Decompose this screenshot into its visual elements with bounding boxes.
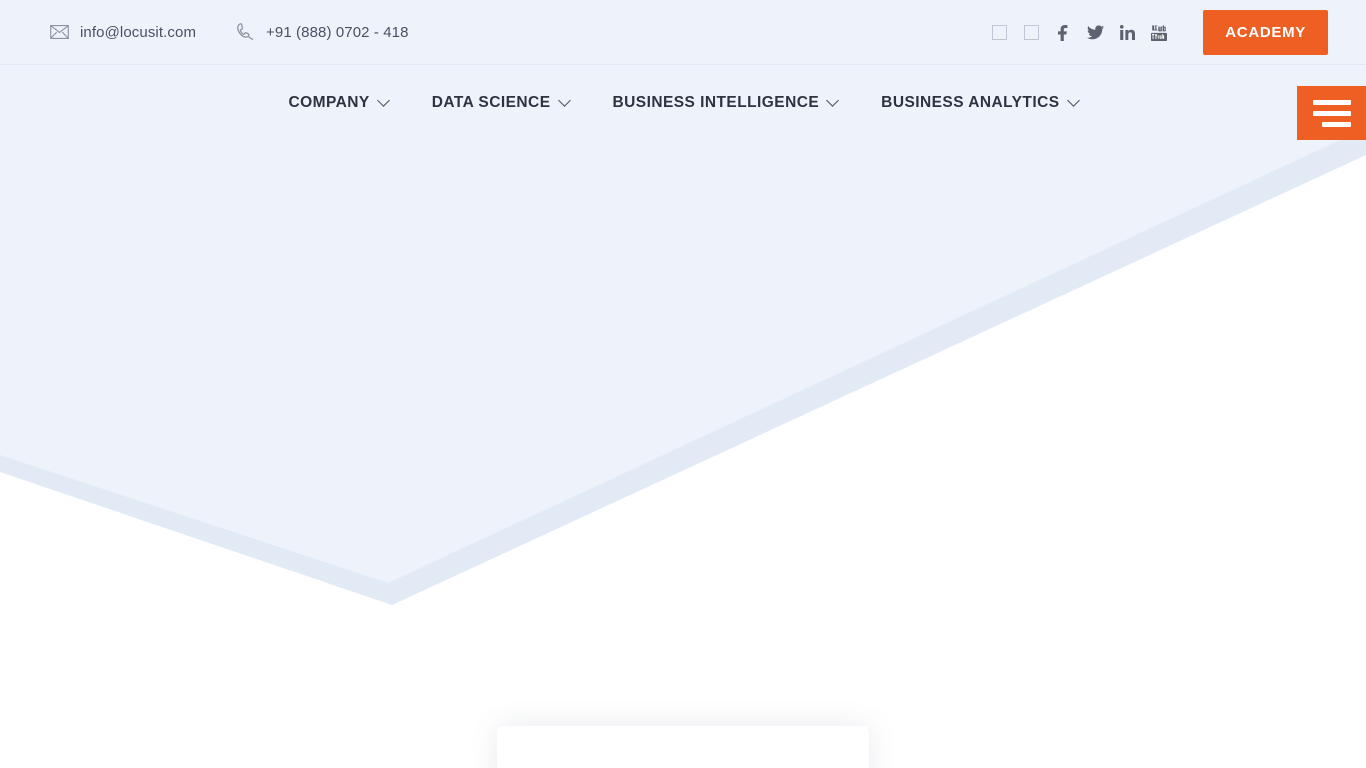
social-item-twitter [1079, 19, 1111, 47]
page-root: info@locusit.com +91 (888) 0702 - 418 AC… [0, 0, 1366, 768]
social-link-youtube[interactable] [1143, 19, 1175, 47]
phone-contact-link[interactable]: +91 (888) 0702 - 418 [234, 21, 409, 43]
phone-number-text: +91 (888) 0702 - 418 [266, 23, 409, 41]
envelope-icon [48, 21, 70, 43]
social-link-broken-1[interactable] [983, 19, 1015, 47]
twitter-icon [1086, 25, 1104, 40]
email-contact-link[interactable]: info@locusit.com [48, 21, 196, 43]
content-card [497, 726, 869, 768]
nav-link-business-intelligence[interactable]: BUSINESS INTELLIGENCE [591, 66, 860, 140]
social-link-twitter[interactable] [1079, 19, 1111, 47]
nav-item-data-science: DATA SCIENCE [410, 66, 591, 140]
top-utility-bar: info@locusit.com +91 (888) 0702 - 418 AC… [0, 0, 1366, 65]
facebook-icon [1055, 24, 1071, 41]
nav-link-business-analytics[interactable]: BUSINESS ANALYTICS [859, 66, 1099, 140]
nav-label-business-intelligence: BUSINESS INTELLIGENCE [612, 94, 820, 111]
nav-label-data-science: DATA SCIENCE [431, 94, 551, 111]
hamburger-bar-1 [1312, 99, 1351, 105]
social-item-youtube [1143, 19, 1175, 47]
linkedin-icon [1119, 25, 1135, 40]
social-item-linkedin [1111, 19, 1143, 47]
chevron-down-icon [557, 93, 571, 107]
topbar-right-group: ACADEMY [983, 0, 1366, 65]
social-link-facebook[interactable] [1047, 19, 1079, 47]
social-link-broken-2[interactable] [1015, 19, 1047, 47]
broken-image-icon [1023, 25, 1039, 40]
academy-button[interactable]: ACADEMY [1203, 10, 1328, 55]
social-item-broken-2 [1015, 19, 1047, 47]
hamburger-menu-icon [1312, 99, 1351, 127]
broken-image-icon [991, 25, 1007, 40]
social-links-list [983, 19, 1175, 47]
nav-label-company: COMPANY [288, 94, 370, 111]
social-item-broken-1 [983, 19, 1015, 47]
nav-item-business-analytics: BUSINESS ANALYTICS [859, 66, 1099, 140]
main-navigation: COMPANY DATA SCIENCE BUSINESS INTELLIGEN… [0, 66, 1366, 140]
chevron-down-icon [376, 93, 390, 107]
nav-list: COMPANY DATA SCIENCE BUSINESS INTELLIGEN… [266, 66, 1099, 140]
email-address-text: info@locusit.com [80, 23, 197, 41]
chevron-down-icon [826, 93, 840, 107]
nav-link-data-science[interactable]: DATA SCIENCE [410, 66, 591, 140]
phone-icon [234, 21, 256, 43]
nav-link-company[interactable]: COMPANY [266, 66, 409, 140]
hamburger-bar-2 [1312, 110, 1351, 116]
nav-item-company: COMPANY [266, 66, 409, 140]
social-link-linkedin[interactable] [1111, 19, 1143, 47]
hamburger-bar-3 [1321, 121, 1351, 127]
social-item-facebook [1047, 19, 1079, 47]
nav-item-business-intelligence: BUSINESS INTELLIGENCE [591, 66, 860, 140]
contact-group: info@locusit.com +91 (888) 0702 - 418 [48, 21, 409, 43]
nav-label-business-analytics: BUSINESS ANALYTICS [881, 94, 1060, 111]
chevron-down-icon [1066, 93, 1080, 107]
hamburger-menu-button[interactable] [1297, 86, 1366, 140]
youtube-icon [1151, 24, 1168, 41]
